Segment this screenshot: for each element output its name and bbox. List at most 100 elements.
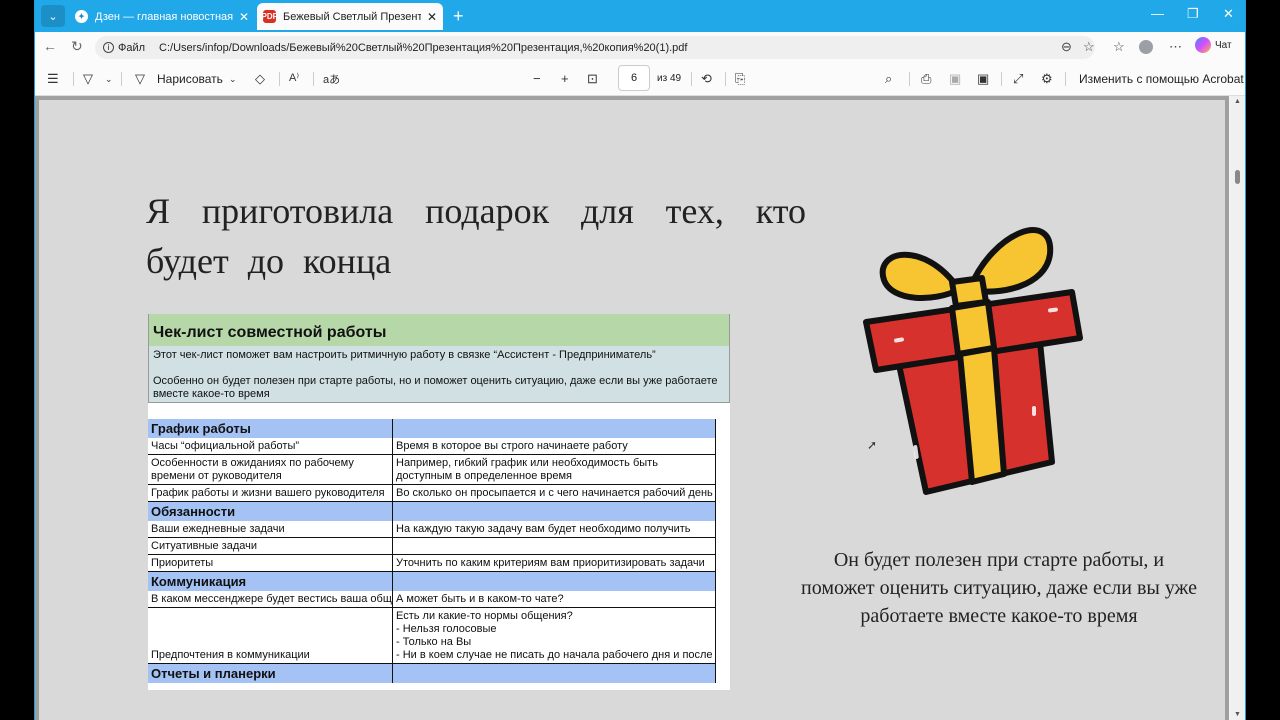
section-row: График работы [148,419,730,438]
highlight-icon[interactable]: ▽ [83,71,93,87]
table-cell-label: Часы “официальной работы” [148,438,393,455]
tab-title: Бежевый Светлый Презентация [283,10,421,23]
table-cell-value: На каждую такую задачу вам будет необход… [393,521,716,538]
maximize-icon[interactable]: ❐ [1187,6,1199,22]
table-cell-value: Уточнить по каким критериям вам приорити… [393,555,716,572]
print-icon[interactable]: ⎙ [921,71,931,87]
table-row: Приоритеты Уточнить по каким критериям ва… [148,555,730,572]
tab-presentation[interactable]: PDF Бежевый Светлый Презентация ✕ [257,3,443,30]
table-cell-label: График работы и жизни вашего руководител… [148,485,393,502]
profile-icon[interactable] [1139,40,1153,54]
table-row: В каком мессенджере будет вестись ваша о… [148,591,730,608]
draw-icon[interactable]: ▽ [135,71,145,87]
table-cell-value: Есть ли какие-то нормы общения? - Нельзя… [393,608,716,664]
table-row: График работы и жизни вашего руководител… [148,485,730,502]
table-row: Ситуативные задачи [148,538,730,555]
tab-dzen[interactable]: ✦ Дзен — главная новостная инфо ✕ [69,3,255,30]
zoom-out-icon[interactable]: − [533,71,541,86]
refresh-icon[interactable]: ↻ [71,38,83,55]
sheet-intro-line1: Этот чек-лист поможет вам настроить ритм… [153,349,656,361]
copilot-icon [1195,37,1211,53]
eraser-icon[interactable]: ◇ [255,71,265,87]
tab-strip: ⌄ ✦ Дзен — главная новостная инфо ✕ PDF … [35,0,1245,32]
read-aloud-icon[interactable]: A⁾ [289,71,299,84]
page-number-input[interactable]: 6 [618,65,650,91]
search-icon[interactable]: ⌕ [885,71,892,87]
pdf-toolbar: ☰ ▽ ⌄ ▽ Нарисовать ⌄ ◇ A⁾ aあ − + ⊡ 6 из … [35,62,1245,96]
chat-button[interactable]: Чат [1195,37,1232,53]
section-row: Отчеты и планерки [148,664,730,683]
table-row: Ваши ежедневные задачи На каждую такую за… [148,521,730,538]
chevron-down-icon[interactable]: ⌄ [229,74,237,85]
url-scheme: Файл [118,41,146,54]
new-tab-icon[interactable]: + [453,5,464,27]
sheet-intro-line2: Особенно он будет полезен при старте раб… [153,375,718,400]
fit-page-icon[interactable]: ⊡ [587,71,598,87]
slide-caption: Он будет полезен при старте работы, и по… [801,549,1197,627]
page-scrollbar[interactable]: ▲ ▼ [1231,96,1245,720]
section-row: Коммуникация [148,572,730,591]
url-field[interactable]: i Файл C:/Users/infop/Downloads/Бежевый%… [95,36,1095,59]
table-cell-value: Например, гибкий график или необходимост… [393,455,716,485]
url-text: C:/Users/infop/Downloads/Бежевый%20Светл… [159,41,688,54]
sheet-margin [716,664,730,683]
edit-with-acrobat-button[interactable]: Изменить с помощью Acrobat [1079,72,1244,86]
close-icon[interactable]: ✕ [427,10,437,24]
table-cell-value [393,664,716,683]
scroll-thumb[interactable] [1235,170,1240,184]
save-icon[interactable]: ▣ [949,71,961,87]
chat-label: Чат [1215,39,1232,51]
more-icon[interactable]: ⋯ [1169,39,1182,55]
sheet-margin [716,419,730,438]
back-icon[interactable]: ← [43,38,57,54]
save-as-icon[interactable]: ▣ [977,71,989,87]
info-icon[interactable]: i [103,42,114,53]
scroll-down-icon[interactable]: ▼ [1234,711,1241,718]
sheet-title: Чек-лист совместной работы [153,324,387,341]
slide-heading: Я приготовила подарок для тех, кто будет… [146,191,806,281]
favorites-icon[interactable]: ☆ [1113,39,1125,55]
table-cell-value [393,502,716,521]
close-icon[interactable]: ✕ [239,10,249,24]
close-icon[interactable]: ✕ [1223,6,1234,22]
translate-icon[interactable]: aあ [323,71,340,87]
zoom-in-icon[interactable]: + [561,71,569,86]
settings-icon[interactable]: ⚙ [1041,71,1053,87]
table-cell-value: Время в которое вы строго начинаете рабо… [393,438,716,455]
cursor-icon: ➚ [867,438,878,452]
rotate-icon[interactable]: ⟲ [701,71,712,87]
table-cell-value: А может быть и в каком-то чате? [393,591,716,608]
table-cell-label: Коммуникация [148,572,393,591]
sheet-margin [716,572,730,591]
draw-label[interactable]: Нарисовать [157,72,223,86]
contents-icon[interactable]: ☰ [47,71,59,87]
chevron-down-icon[interactable]: ⌄ [105,74,113,85]
zoom-icon[interactable]: ⊖ [1061,39,1072,55]
gift-icon [863,227,1083,495]
sheet-margin [716,538,730,555]
table-row: Предпочтения в коммуникации Есть ли какие… [148,608,730,664]
table-row: Особенности в ожиданиях по рабочему врем… [148,455,730,485]
table-row: Часы “официальной работы” Время в которое… [148,438,730,455]
sheet-title-row: Чек-лист совместной работы [148,314,730,346]
minimize-icon[interactable]: — [1151,6,1164,21]
table-cell-label: Обязанности [148,502,393,521]
dzen-favicon: ✦ [75,10,88,23]
star-icon[interactable]: ☆ [1083,39,1095,55]
sheet-margin [716,608,730,664]
page-view-icon[interactable]: ⎘ [735,71,745,87]
table-cell-label: В каком мессенджере будет вестись ваша о… [148,591,393,608]
sheet-margin [716,485,730,502]
table-cell-value: Во сколько он просыпается и с чего начин… [393,485,716,502]
scroll-up-icon[interactable]: ▲ [1234,98,1241,105]
table-cell-label: Предпочтения в коммуникации [148,608,393,664]
fullscreen-icon[interactable]: ⤢ [1013,71,1023,87]
address-bar: ← ↻ i Файл C:/Users/infop/Downloads/Беже… [35,32,1245,62]
table-cell-label: Отчеты и планерки [148,664,393,683]
section-row: Обязанности [148,502,730,521]
tab-menu-icon[interactable]: ⌄ [41,5,65,27]
pdf-page: Я приготовила подарок для тех, кто будет… [39,100,1225,720]
sheet-margin [716,591,730,608]
table-cell-label: График работы [148,419,393,438]
table-cell-label: Ваши ежедневные задачи [148,521,393,538]
